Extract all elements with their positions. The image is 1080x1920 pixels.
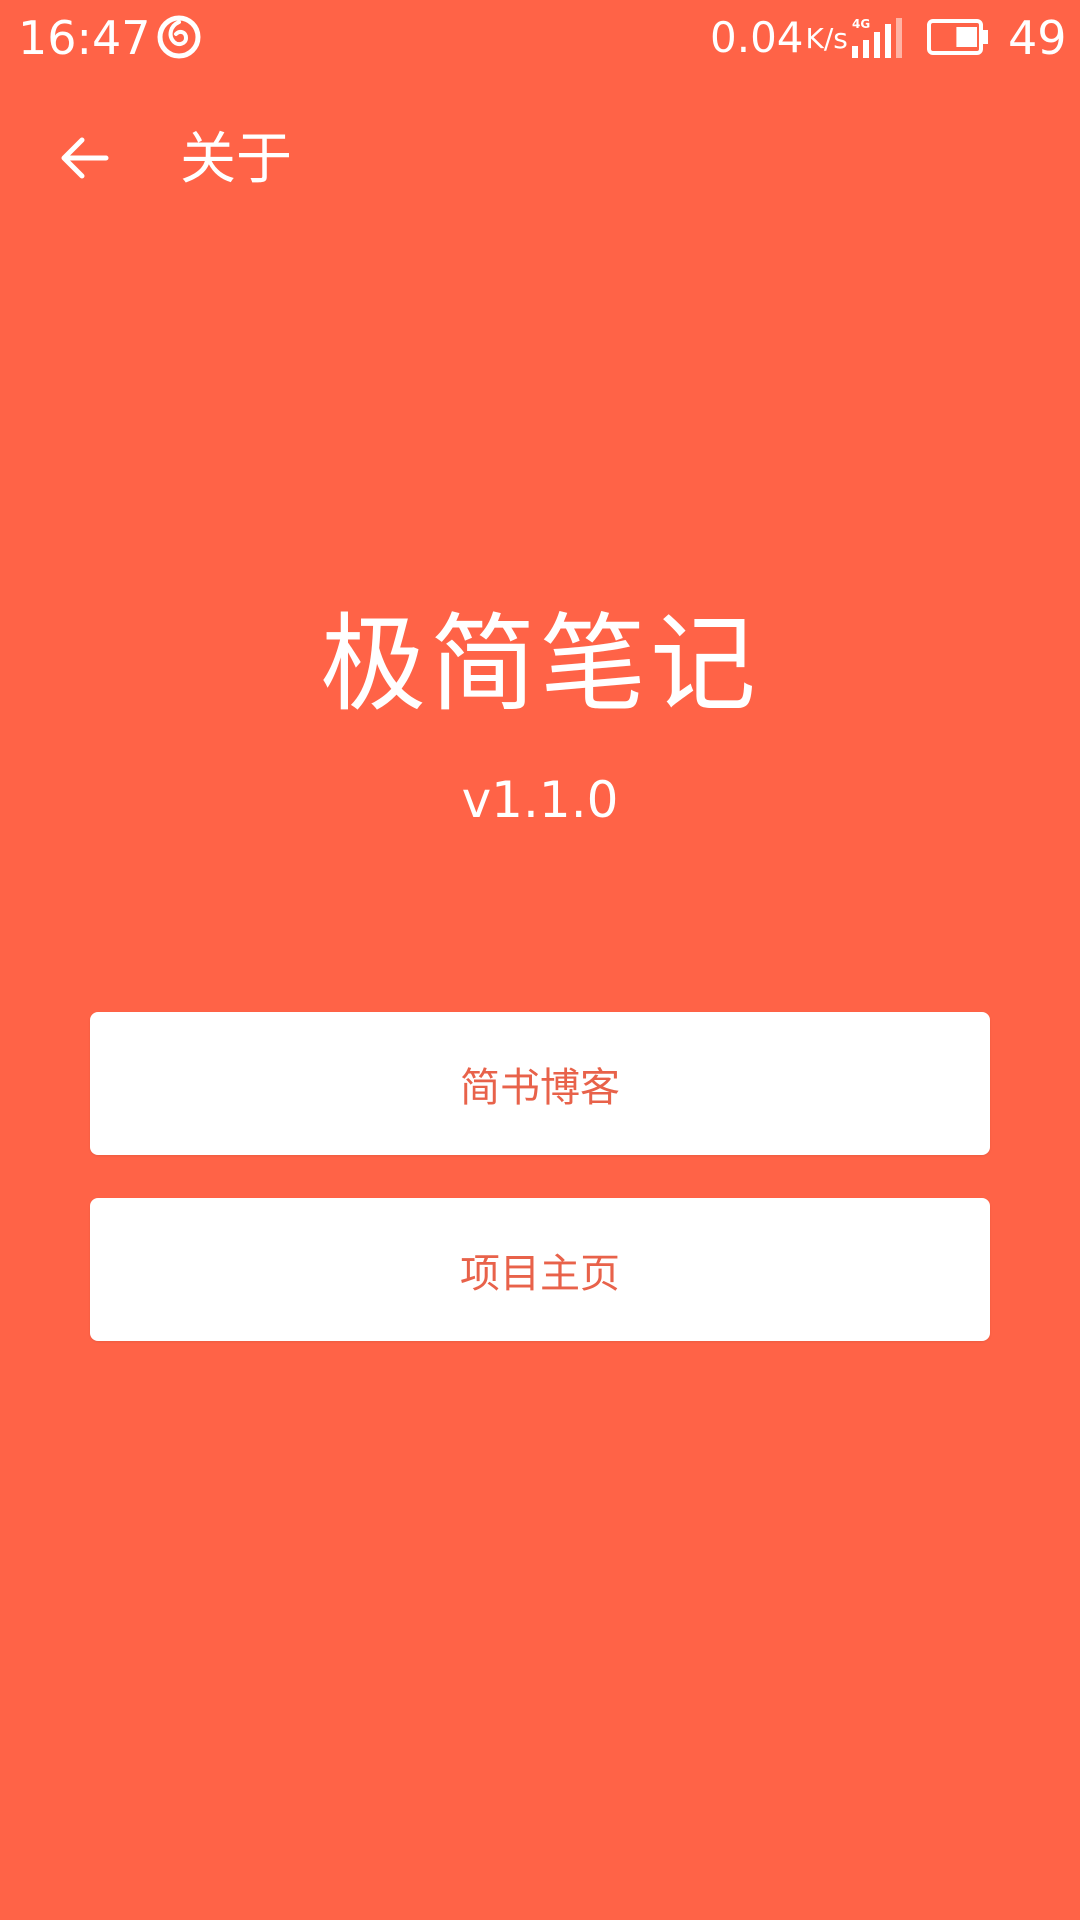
jianshu-blog-label: 简书博客 xyxy=(460,1064,620,1111)
jianshu-blog-button[interactable]: 简书博客 xyxy=(90,1012,990,1155)
project-homepage-button[interactable]: 项目主页 xyxy=(90,1198,990,1341)
page-title: 关于 xyxy=(180,127,292,192)
project-homepage-label: 项目主页 xyxy=(460,1250,620,1297)
arrow-back-icon xyxy=(56,130,112,190)
network-speed-unit: K/s xyxy=(805,22,848,55)
battery-level: 49 xyxy=(1008,11,1067,65)
status-bar: 16:47 0.04K/s 4G 49 xyxy=(0,0,1080,76)
about-screen: 16:47 0.04K/s 4G 49 关于 极简笔记 v1.1.0 简书博客 … xyxy=(0,0,1080,1920)
back-button[interactable] xyxy=(40,120,128,200)
network-type-label: 4G xyxy=(852,17,870,31)
toolbar: 关于 xyxy=(0,100,1080,220)
netease-music-icon xyxy=(156,14,202,60)
network-speed-value: 0.04 xyxy=(710,13,804,62)
signal-4g-icon: 4G xyxy=(850,16,906,58)
network-speed: 0.04K/s xyxy=(710,10,848,67)
status-time: 16:47 xyxy=(18,11,151,65)
app-name: 极简笔记 xyxy=(320,603,760,726)
app-version: v1.1.0 xyxy=(461,771,619,829)
battery-icon xyxy=(926,18,990,56)
